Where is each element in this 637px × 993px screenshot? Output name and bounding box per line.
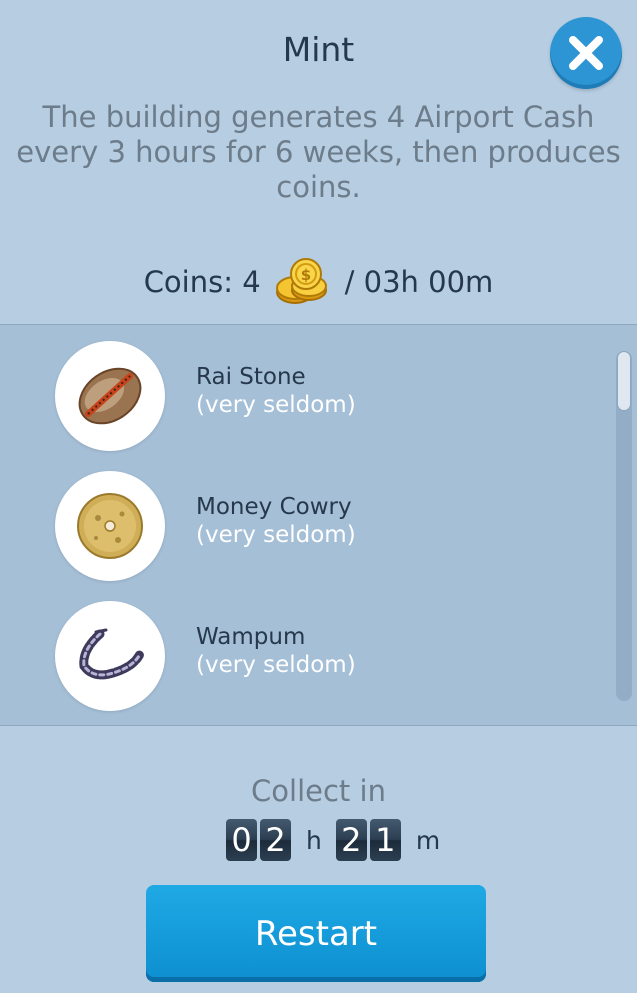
timer-digit: 2 — [260, 819, 291, 861]
bead-string-icon — [79, 628, 145, 680]
coins-amount: Coins: 4 — [143, 265, 261, 299]
production-interval: / 03h 00m — [344, 265, 494, 299]
svg-text:$: $ — [300, 266, 310, 284]
item-image-frame — [55, 601, 165, 711]
item-name: Rai Stone — [196, 364, 306, 390]
list-item: Rai Stone (very seldom) — [0, 341, 600, 453]
building-description: The building generates 4 Airport Cash ev… — [16, 100, 621, 204]
collect-label: Collect in — [251, 774, 386, 808]
timer-hours-unit: h — [306, 825, 322, 855]
restart-button[interactable]: Restart — [146, 885, 486, 982]
dialog-title: Mint — [282, 30, 355, 69]
timer-digit: 0 — [226, 819, 257, 861]
list-scrollbar[interactable] — [616, 351, 632, 701]
gold-coins-icon: $ — [273, 256, 333, 308]
item-name: Money Cowry — [196, 494, 352, 520]
item-frequency: (very seldom) — [196, 522, 356, 548]
item-name: Wampum — [196, 624, 306, 650]
stone-disc-icon — [77, 493, 143, 559]
item-frequency: (very seldom) — [196, 652, 356, 678]
restart-button-label: Restart — [254, 913, 378, 954]
timer-digit: 2 — [335, 819, 367, 861]
scrollbar-thumb[interactable] — [617, 351, 631, 411]
timer-digit: 1 — [369, 819, 401, 861]
item-frequency: (very seldom) — [196, 392, 356, 418]
list-item: Wampum (very seldom) — [0, 601, 600, 713]
close-button[interactable] — [550, 17, 622, 89]
collect-timer: 0 2 h 2 1 m — [226, 818, 454, 862]
timer-minutes-unit: m — [415, 825, 441, 855]
production-info: Coins: 4 $ / 03h 00m — [0, 257, 637, 307]
cowry-shell-icon — [78, 367, 142, 425]
close-icon — [569, 36, 603, 70]
list-item: Money Cowry (very seldom) — [0, 471, 600, 583]
item-image-frame — [55, 471, 165, 581]
drop-list[interactable]: Rai Stone (very seldom) Money Cowry (ver… — [0, 324, 637, 726]
item-image-frame — [55, 341, 165, 451]
